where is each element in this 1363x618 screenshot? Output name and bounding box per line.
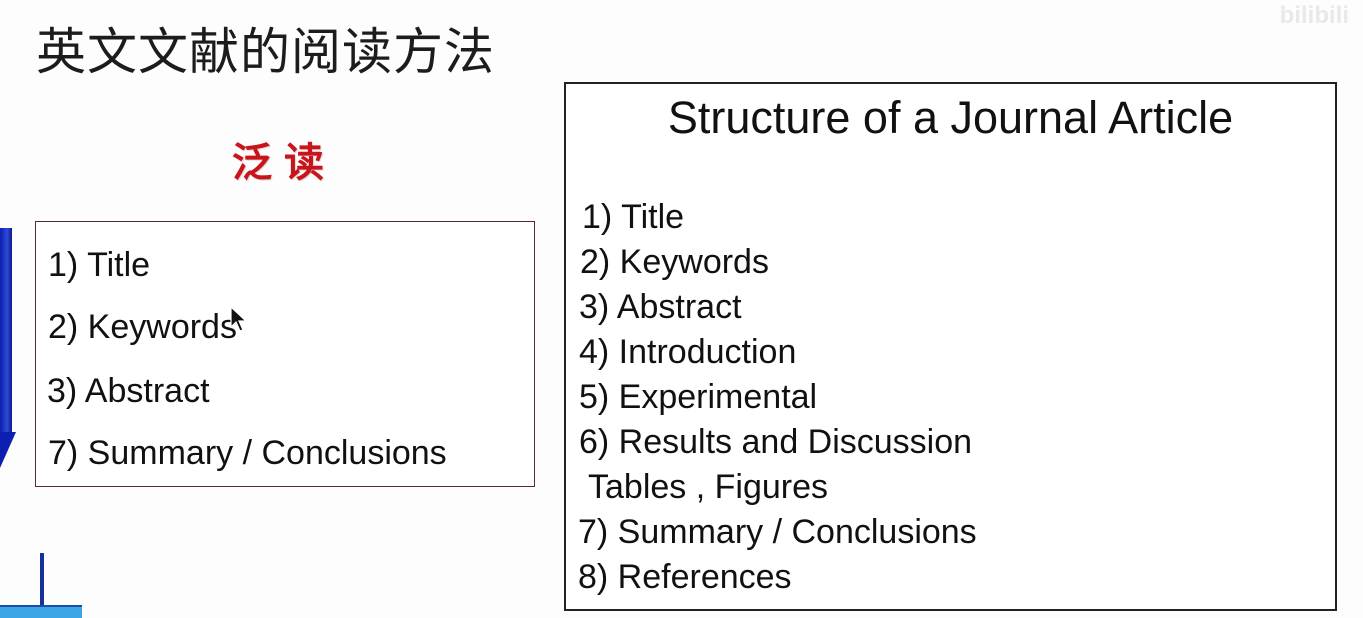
arrow-shaft — [0, 228, 12, 438]
cross-horizontal-bar — [0, 607, 82, 618]
structure-list-item: 4) Introduction — [579, 333, 797, 371]
structure-list-item: 5) Experimental — [579, 378, 818, 416]
watermark-logo: bilibili — [1279, 2, 1349, 29]
skim-heading: 泛读 — [232, 140, 336, 186]
structure-list-item: 2) Keywords — [580, 243, 769, 281]
skim-list-item: 1) Title — [48, 246, 151, 284]
structure-panel-title: Structure of a Journal Article — [667, 92, 1234, 143]
slide-title: 英文文献的阅读方法 — [36, 23, 495, 81]
structure-list-item: Tables , Figures — [588, 468, 828, 506]
skim-list-item: 7) Summary / Conclusions — [48, 434, 447, 472]
structure-list-item: 1) Title — [582, 198, 685, 236]
structure-list-item: 8) References — [578, 558, 792, 596]
structure-list-item: 7) Summary / Conclusions — [578, 513, 977, 551]
structure-list-item: 3) Abstract — [579, 288, 742, 326]
skim-list-item: 2) Keywords — [48, 308, 237, 346]
structure-list-item: 6) Results and Discussion — [579, 423, 973, 461]
skim-list-item: 3) Abstract — [47, 372, 210, 410]
skim-list-box: 1) Title 2) Keywords 3) Abstract 7) Summ… — [35, 221, 535, 487]
structure-panel: Structure of a Journal Article 1) Title … — [564, 82, 1337, 611]
slide: 英文文献的阅读方法 bilibili 泛读 1) Title 2) Keywor… — [0, 0, 1363, 618]
arrow-head — [0, 432, 16, 468]
mouse-pointer-icon — [230, 306, 248, 332]
